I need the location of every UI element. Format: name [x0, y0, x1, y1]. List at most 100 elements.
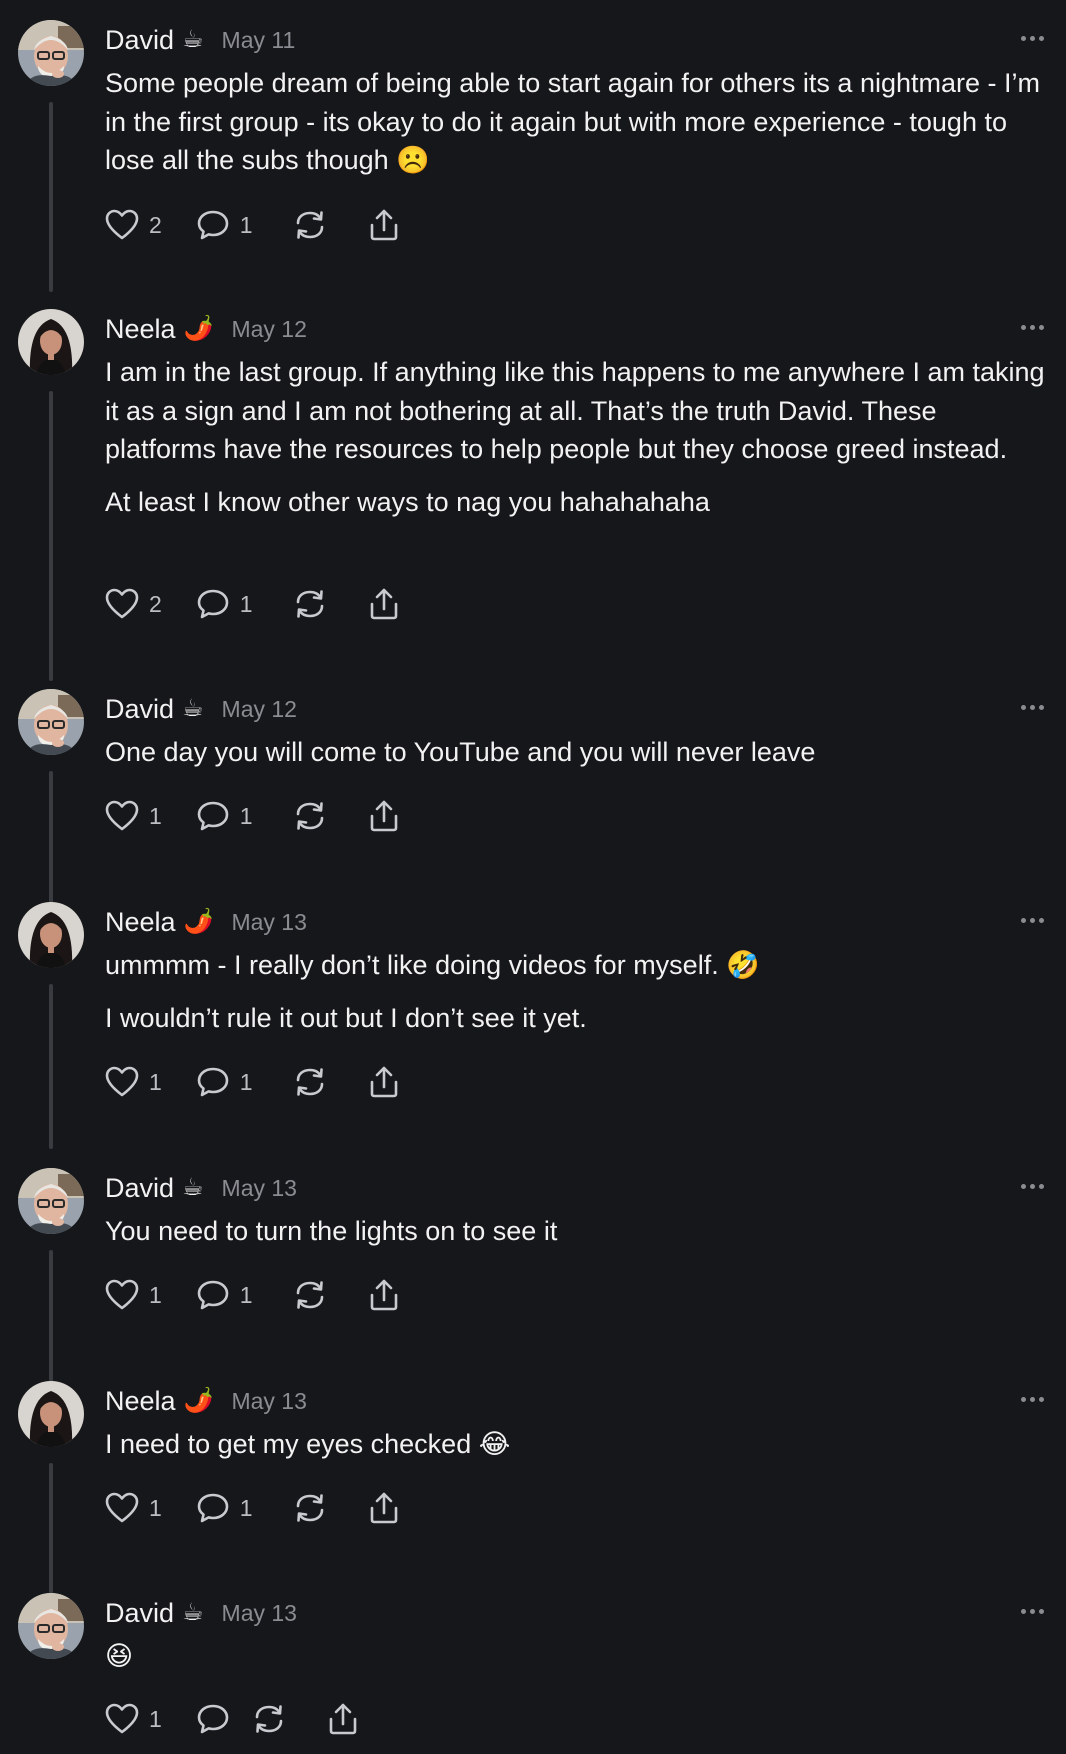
comment-date[interactable]: May 13 [231, 1388, 306, 1415]
share-button[interactable] [367, 203, 401, 247]
comment-bubble-icon [196, 1279, 230, 1311]
more-options-icon[interactable] [1021, 1389, 1044, 1410]
comment-date[interactable]: May 12 [222, 696, 297, 723]
like-button[interactable]: 1 [105, 1060, 162, 1104]
comment-text: I wouldn’t rule it out but I don’t see i… [105, 1002, 587, 1033]
comment-text: ummmm - I really don’t like doing videos… [105, 950, 760, 980]
restack-button[interactable] [293, 794, 327, 838]
comment-body: I am in the last group. If anything like… [105, 353, 1045, 521]
reply-button[interactable] [196, 1697, 230, 1741]
comment-actions: 11 [105, 794, 401, 838]
share-button[interactable] [367, 1486, 401, 1530]
comment-date[interactable]: May 13 [222, 1175, 297, 1202]
restack-icon [293, 1492, 327, 1524]
restack-button[interactable] [293, 1486, 327, 1530]
restack-icon [293, 209, 327, 241]
comment-actions: 11 [105, 1060, 401, 1104]
share-button[interactable] [367, 794, 401, 838]
more-options-icon[interactable] [1021, 317, 1044, 338]
share-button[interactable] [367, 582, 401, 626]
like-count: 1 [149, 802, 162, 829]
restack-button[interactable] [293, 203, 327, 247]
comment-date[interactable]: May 13 [231, 909, 306, 936]
reply-count: 1 [239, 1281, 253, 1308]
comment-bubble-icon [196, 1492, 230, 1524]
restack-icon [252, 1703, 286, 1735]
share-button[interactable] [367, 1273, 401, 1317]
author-name[interactable]: Neela [105, 1386, 176, 1417]
avatar[interactable] [18, 20, 84, 86]
comment-date[interactable]: May 12 [231, 316, 306, 343]
author-name[interactable]: David [105, 694, 174, 725]
author-name[interactable]: David [105, 1598, 174, 1629]
restack-button[interactable] [293, 1273, 327, 1317]
avatar[interactable] [18, 1168, 84, 1234]
comment-actions: 11 [105, 1273, 401, 1317]
reply-button[interactable]: 1 [196, 1273, 253, 1317]
like-count: 1 [149, 1494, 162, 1521]
comment-body: ummmm - I really don’t like doing videos… [105, 946, 1045, 1037]
reply-button[interactable]: 1 [196, 1060, 253, 1104]
share-icon [367, 799, 401, 833]
reply-button[interactable]: 1 [196, 794, 253, 838]
more-options-icon[interactable] [1021, 1176, 1044, 1197]
comment-actions: 21 [105, 203, 401, 247]
reply-count: 1 [239, 590, 253, 617]
avatar[interactable] [18, 1593, 84, 1659]
restack-icon [293, 800, 327, 832]
like-count: 2 [149, 590, 162, 617]
comment-bubble-icon [196, 588, 230, 620]
comment-actions: 1 [105, 1697, 360, 1741]
like-button[interactable]: 2 [105, 582, 162, 626]
like-count: 1 [149, 1705, 162, 1732]
like-count: 1 [149, 1068, 162, 1095]
reply-count: 1 [239, 1068, 253, 1095]
like-button[interactable]: 1 [105, 1486, 162, 1530]
reply-count: 1 [239, 802, 253, 829]
author-name[interactable]: Neela [105, 907, 176, 938]
coffee-icon: ☕ [182, 26, 204, 53]
share-button[interactable] [367, 1060, 401, 1104]
avatar[interactable] [18, 689, 84, 755]
thread-line [49, 771, 53, 911]
comment-body: 😆 [105, 1637, 1045, 1676]
reply-button[interactable]: 1 [196, 582, 253, 626]
restack-button[interactable] [252, 1697, 286, 1741]
comment-text: I need to get my eyes checked 😂 [105, 1429, 511, 1459]
share-button[interactable] [326, 1697, 360, 1741]
comment-date[interactable]: May 11 [222, 27, 296, 54]
comment-header: David ☕ May 13 [105, 1168, 297, 1208]
restack-button[interactable] [293, 582, 327, 626]
author-name[interactable]: Neela [105, 314, 176, 345]
more-options-icon[interactable] [1021, 1601, 1044, 1622]
author-name[interactable]: David [105, 1173, 174, 1204]
comment-text: Some people dream of being able to start… [105, 68, 1040, 175]
avatar[interactable] [18, 902, 84, 968]
restack-button[interactable] [293, 1060, 327, 1104]
chili-pepper-icon: 🌶️ [183, 315, 214, 342]
comment-bubble-icon [196, 800, 230, 832]
share-icon [367, 1065, 401, 1099]
heart-icon [105, 1066, 139, 1098]
like-button[interactable]: 2 [105, 203, 162, 247]
more-options-icon[interactable] [1021, 910, 1044, 931]
comment-text: At least I know other ways to nag you ha… [105, 486, 710, 517]
thread-line [49, 984, 53, 1149]
comment-actions: 11 [105, 1486, 401, 1530]
reply-count: 1 [239, 211, 253, 238]
reply-button[interactable]: 1 [196, 203, 253, 247]
chili-pepper-icon: 🌶️ [183, 1387, 214, 1414]
like-button[interactable]: 1 [105, 1273, 162, 1317]
comment-date[interactable]: May 13 [222, 1600, 297, 1627]
avatar[interactable] [18, 309, 84, 375]
like-button[interactable]: 1 [105, 1697, 162, 1741]
author-name[interactable]: David [105, 25, 174, 56]
share-icon [367, 1278, 401, 1312]
avatar[interactable] [18, 1381, 84, 1447]
reply-count: 1 [239, 1494, 253, 1521]
comment-bubble-icon [196, 209, 230, 241]
like-button[interactable]: 1 [105, 794, 162, 838]
reply-button[interactable]: 1 [196, 1486, 253, 1530]
more-options-icon[interactable] [1021, 28, 1044, 49]
more-options-icon[interactable] [1021, 697, 1044, 718]
